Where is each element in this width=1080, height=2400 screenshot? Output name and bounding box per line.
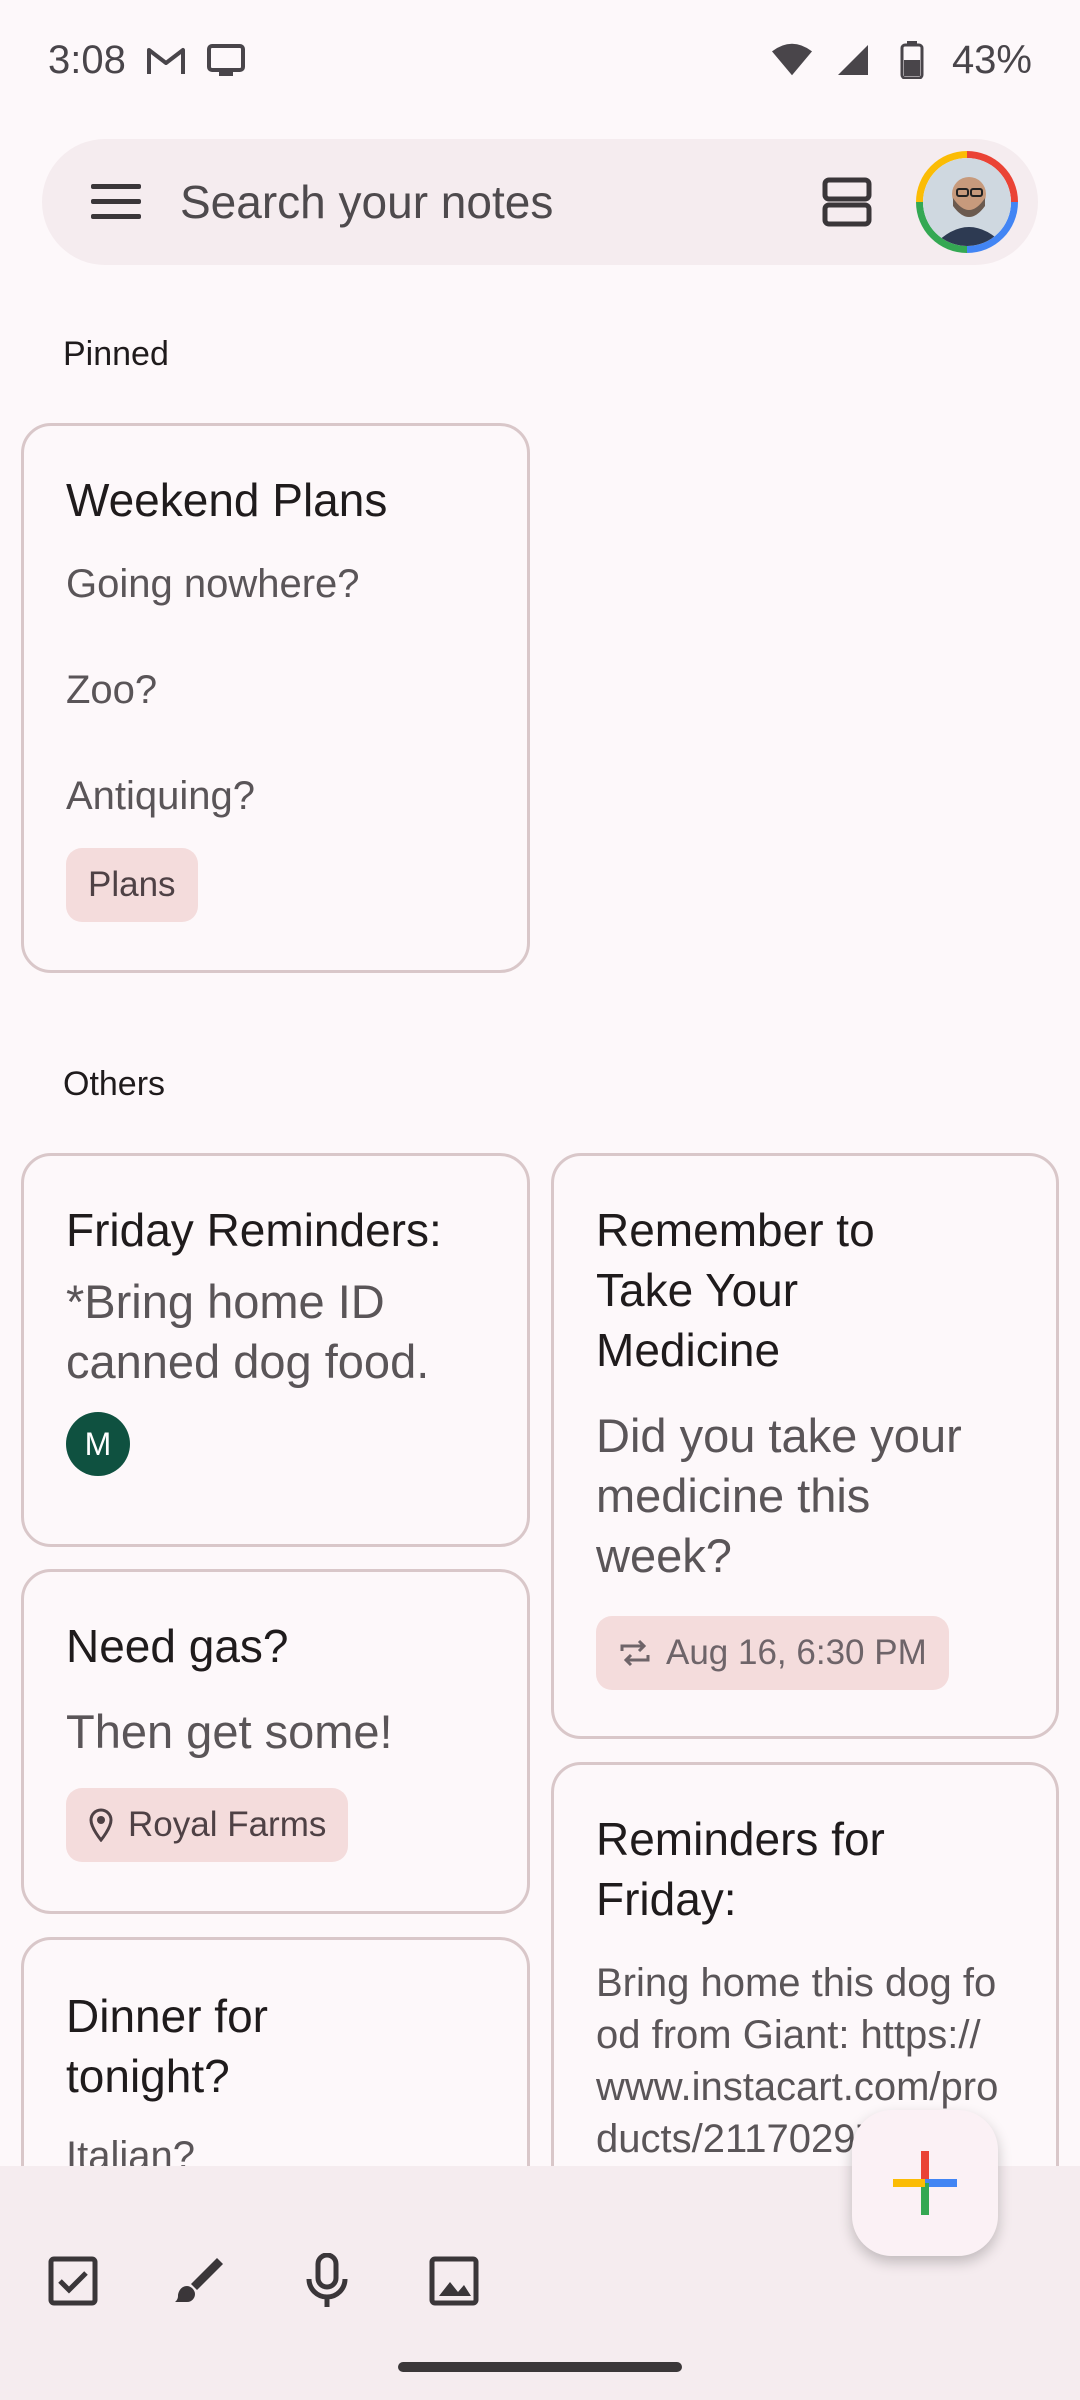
label-chip-text: Plans <box>88 865 176 904</box>
repeat-icon <box>620 1639 650 1667</box>
location-chip[interactable]: Royal Farms <box>66 1788 349 1862</box>
search-input[interactable]: Search your notes <box>180 175 553 229</box>
reminder-text: Aug 16, 6:30 PM <box>666 1633 927 1672</box>
home-gesture-bar[interactable] <box>398 2362 682 2372</box>
note-body: Did you take your medicine this week? <box>596 1409 962 1582</box>
note-title: Friday Reminders: <box>66 1204 442 1256</box>
note-body: Then get some! <box>66 1705 393 1758</box>
note-line: Going nowhere? <box>66 562 360 606</box>
cell-signal-icon <box>832 40 872 80</box>
gmail-icon <box>146 40 186 80</box>
search-bar[interactable]: Search your notes <box>42 139 1038 265</box>
note-card-weekend-plans[interactable]: Weekend Plans Going nowhere? Zoo? Antiqu… <box>21 423 530 973</box>
new-note-fab[interactable] <box>852 2110 998 2256</box>
cast-icon <box>206 40 246 80</box>
plus-icon <box>893 2151 957 2215</box>
wifi-icon <box>771 40 812 80</box>
drawing-brush-icon[interactable] <box>165 2246 235 2316</box>
note-card-medicine[interactable]: Remember to Take Your Medicine Did you t… <box>551 1153 1059 1739</box>
new-list-icon[interactable] <box>38 2246 108 2316</box>
status-left: 3:08 <box>48 38 246 83</box>
note-line: Antiquing? <box>66 774 256 818</box>
others-section-label: Others <box>63 1065 166 1103</box>
pinned-section-label: Pinned <box>63 335 169 373</box>
keep-notes-screen: 3:08 43% Search your notes Pinned Weeken… <box>0 0 1080 2400</box>
battery-icon <box>892 40 932 80</box>
note-body: *Bring home ID canned dog food. <box>66 1275 430 1388</box>
note-line: Zoo? <box>66 668 158 712</box>
label-chip[interactable]: Plans <box>66 848 198 922</box>
note-title: Remember to Take Your Medicine <box>596 1204 875 1376</box>
list-view-toggle-icon[interactable] <box>812 167 882 237</box>
note-card-friday-reminders[interactable]: Friday Reminders: *Bring home ID canned … <box>21 1153 530 1547</box>
location-pin-icon <box>89 1808 113 1842</box>
image-icon[interactable] <box>419 2246 489 2316</box>
menu-icon[interactable] <box>86 172 146 232</box>
note-title: Need gas? <box>66 1620 289 1672</box>
status-bar: 3:08 43% <box>0 0 1080 120</box>
note-title: Reminders for Friday: <box>596 1813 885 1925</box>
reminder-chip[interactable]: Aug 16, 6:30 PM <box>596 1616 949 1690</box>
note-card-need-gas[interactable]: Need gas? Then get some! Royal Farms <box>21 1569 530 1914</box>
location-text: Royal Farms <box>128 1805 327 1844</box>
avatar-photo <box>923 158 1011 246</box>
battery-percent: 43% <box>951 37 1032 82</box>
microphone-icon[interactable] <box>292 2246 362 2316</box>
account-avatar[interactable] <box>916 151 1018 253</box>
note-title: Dinner for tonight? <box>66 1990 268 2102</box>
status-right: 43% <box>771 37 1032 83</box>
collaborator-initial: M <box>84 1425 112 1462</box>
note-title: Weekend Plans <box>66 474 388 526</box>
collaborator-avatar: M <box>66 1412 130 1476</box>
status-time: 3:08 <box>48 37 126 82</box>
